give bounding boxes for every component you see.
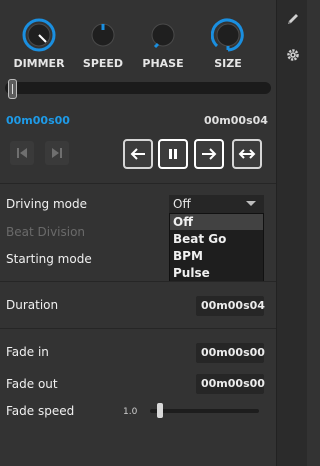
- fade-speed-slider[interactable]: [150, 409, 259, 413]
- divider: [0, 281, 276, 282]
- driving-mode-select[interactable]: Off: [169, 195, 264, 213]
- arrow-both-icon: [238, 149, 256, 159]
- duration-field[interactable]: 00m00s04: [196, 296, 265, 316]
- dropdown-option-beat-go[interactable]: Beat Go: [170, 231, 263, 247]
- pencil-icon[interactable]: [286, 12, 300, 26]
- fade-speed-handle[interactable]: [157, 403, 163, 418]
- fade-out-label: Fade out: [6, 377, 58, 391]
- pingpong-button[interactable]: [232, 139, 262, 169]
- skip-previous-button[interactable]: [10, 141, 34, 165]
- phase-knob[interactable]: [146, 18, 180, 52]
- starting-mode-label: Starting mode: [6, 252, 92, 266]
- dropdown-option-off[interactable]: Off: [170, 214, 263, 230]
- skip-previous-icon: [17, 148, 27, 158]
- speed-knob[interactable]: [86, 18, 120, 52]
- dropdown-option-bpm[interactable]: BPM: [170, 248, 263, 264]
- fade-in-label: Fade in: [6, 345, 49, 359]
- pause-icon: [169, 149, 177, 159]
- timeline-handle[interactable]: [8, 79, 17, 99]
- timeline-track[interactable]: [5, 82, 271, 94]
- current-time: 00m00s00: [6, 114, 70, 127]
- size-knob[interactable]: [211, 18, 245, 52]
- function-panel: DIMMER SPEED PHASE SIZE 00m00s00 00m00s0…: [0, 0, 276, 466]
- duration-label: Duration: [6, 298, 59, 312]
- backward-button[interactable]: [123, 139, 153, 169]
- divider: [0, 183, 276, 184]
- gear-icon[interactable]: [286, 48, 300, 62]
- phase-label: PHASE: [142, 57, 184, 70]
- beat-division-label: Beat Division: [6, 225, 86, 239]
- forward-button[interactable]: [194, 139, 224, 169]
- dropdown-option-pulse[interactable]: Pulse: [170, 265, 263, 281]
- chevron-down-icon: [246, 201, 256, 206]
- speed-label: SPEED: [82, 57, 124, 70]
- divider: [0, 328, 276, 329]
- sidebar: [276, 0, 307, 466]
- driving-mode-value: Off: [173, 197, 191, 211]
- fade-out-field[interactable]: 00m00s00: [196, 374, 265, 394]
- size-label: SIZE: [214, 57, 242, 70]
- fade-in-field[interactable]: 00m00s00: [196, 343, 265, 363]
- dimmer-label: DIMMER: [13, 57, 65, 70]
- fade-speed-label: Fade speed: [6, 404, 75, 418]
- driving-mode-dropdown: Off Beat Go BPM Pulse: [169, 213, 264, 282]
- fade-speed-value: 1.0: [123, 407, 138, 417]
- arrow-left-icon: [130, 148, 145, 160]
- total-time: 00m00s04: [204, 114, 268, 127]
- arrow-right-icon: [202, 148, 217, 160]
- driving-mode-label: Driving mode: [6, 197, 88, 211]
- dimmer-knob[interactable]: [22, 18, 56, 52]
- skip-next-icon: [52, 148, 62, 158]
- skip-next-button[interactable]: [45, 141, 69, 165]
- pause-button[interactable]: [158, 139, 188, 169]
